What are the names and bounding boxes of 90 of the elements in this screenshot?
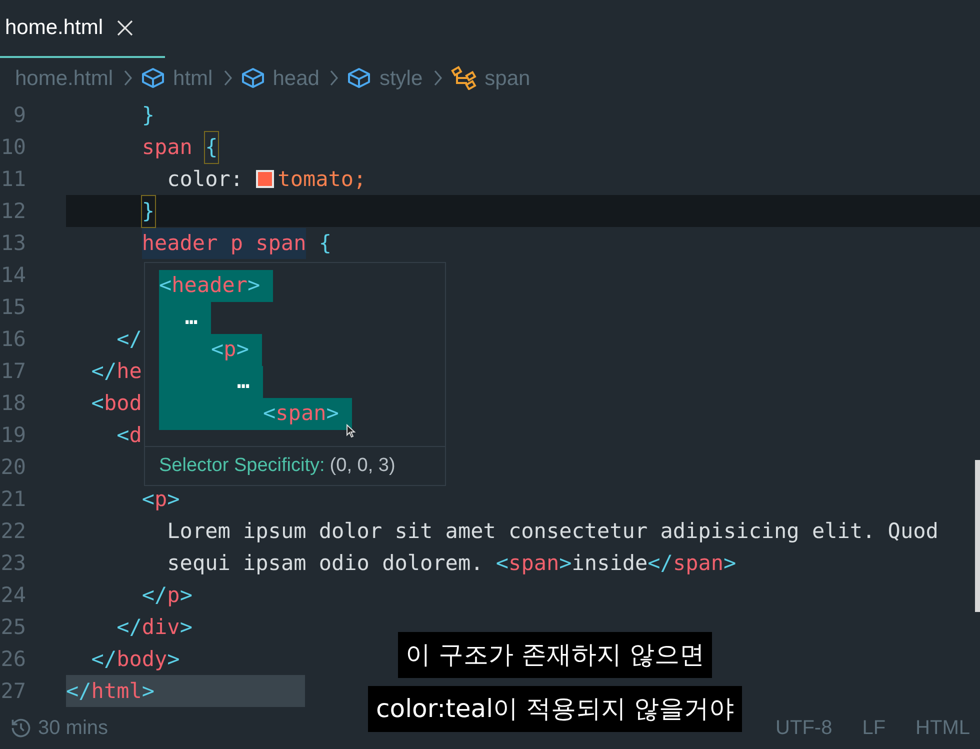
close-icon[interactable]	[117, 20, 134, 36]
code-token: >	[559, 550, 572, 577]
tree-tag: <p>	[159, 334, 262, 366]
code-token: {	[318, 230, 332, 257]
code-token: inside	[572, 550, 648, 577]
code-token: span	[142, 134, 194, 161]
line-number: 17	[0, 358, 26, 385]
line-number: 9	[12, 102, 26, 129]
color-swatch[interactable]	[256, 170, 274, 188]
tree-ellipsis: …	[159, 366, 263, 398]
code-token: >	[180, 582, 192, 609]
history-icon	[10, 717, 32, 740]
cube-icon	[141, 67, 166, 90]
code-token: </	[116, 614, 142, 641]
line-number: 15	[0, 294, 26, 321]
code-token: </	[66, 678, 92, 705]
code-token: }	[142, 196, 155, 228]
cube-icon	[240, 67, 265, 90]
line-number: 24	[0, 582, 26, 609]
code-token: color:	[167, 166, 244, 193]
line-number: 11	[0, 166, 26, 193]
code-token: header p span	[142, 228, 306, 260]
line-number: 22	[0, 518, 26, 545]
code-token: <	[116, 422, 130, 449]
code-token: d	[129, 422, 142, 449]
editor-tab[interactable]: home.html	[0, 0, 165, 58]
line-number: 21	[0, 486, 26, 513]
subtitle: 이 구조가 존재하지 않으면	[398, 632, 712, 678]
code-token: >	[167, 646, 180, 673]
line-number: 18	[0, 390, 26, 417]
chevron-icon	[222, 69, 233, 88]
chevron-icon	[329, 69, 340, 88]
code-token: p	[154, 486, 168, 513]
code-token: bod	[104, 390, 142, 417]
code-token: sequi ipsam odio dolorem.	[167, 550, 484, 577]
code-token: tomato;	[278, 166, 366, 193]
line-number: 16	[0, 326, 26, 353]
breadcrumb-item[interactable]: span	[484, 62, 530, 94]
breadcrumb-item[interactable]: style	[379, 62, 423, 94]
tree-ellipsis: …	[159, 302, 211, 334]
status-item[interactable]: LF	[862, 713, 886, 744]
code-token: >	[167, 486, 180, 513]
mouse-cursor-icon	[346, 424, 356, 438]
code-token: }	[142, 102, 155, 129]
code-token: </	[648, 550, 673, 577]
specificity-value: (0, 0, 3)	[330, 454, 396, 478]
line-number: 12	[0, 198, 26, 225]
status-item[interactable]: UTF-8	[776, 713, 832, 744]
code-token: {	[205, 132, 218, 164]
breadcrumb-item[interactable]: home.html	[15, 62, 114, 94]
code-token: Lorem ipsum dolor sit amet consectetur adipisicing elit. Quod	[167, 518, 938, 545]
code-token: p	[167, 582, 180, 609]
line-number: 13	[0, 230, 26, 257]
line-number: 14	[0, 262, 26, 289]
code-token: he	[116, 358, 142, 385]
tree-tag: <header>	[159, 270, 274, 302]
code-token: html	[91, 678, 142, 705]
status-item[interactable]: HTML	[916, 713, 970, 744]
chevron-icon	[123, 69, 134, 88]
cube-icon	[347, 67, 372, 90]
code-token: div	[142, 614, 180, 641]
line-number: 20	[0, 454, 26, 481]
code-token: >	[724, 550, 736, 577]
line-number: 19	[0, 422, 26, 449]
chevron-icon	[432, 69, 443, 88]
code-token: <	[142, 486, 155, 513]
line-number: 26	[0, 646, 26, 673]
code-token: </	[91, 358, 117, 385]
breadcrumb-item[interactable]: html	[173, 62, 213, 94]
tree-tag: <span>	[159, 398, 352, 430]
code-token: <	[496, 550, 509, 577]
status-time[interactable]: 30 mins	[38, 713, 108, 744]
line-number: 25	[0, 614, 26, 641]
code-token: span	[508, 550, 560, 577]
line-number: 23	[0, 550, 26, 577]
code-token: </	[116, 326, 142, 353]
code-token: <	[91, 390, 104, 417]
scrollbar-thumb[interactable]	[975, 460, 980, 612]
code-token: </	[91, 646, 117, 673]
breadcrumb-item[interactable]: head	[272, 62, 320, 94]
code-token: </	[142, 582, 168, 609]
code-token: >	[142, 678, 155, 705]
subtitle: color:teal이 적용되지 않을거야	[368, 686, 742, 732]
line-number: 10	[0, 134, 26, 161]
structure-icon	[450, 66, 477, 90]
code-token: body	[116, 646, 168, 673]
line-number: 27	[0, 678, 26, 705]
code-token: span	[672, 550, 724, 577]
code-token: >	[180, 614, 192, 641]
specificity-label: Selector Specificity:	[159, 454, 325, 478]
